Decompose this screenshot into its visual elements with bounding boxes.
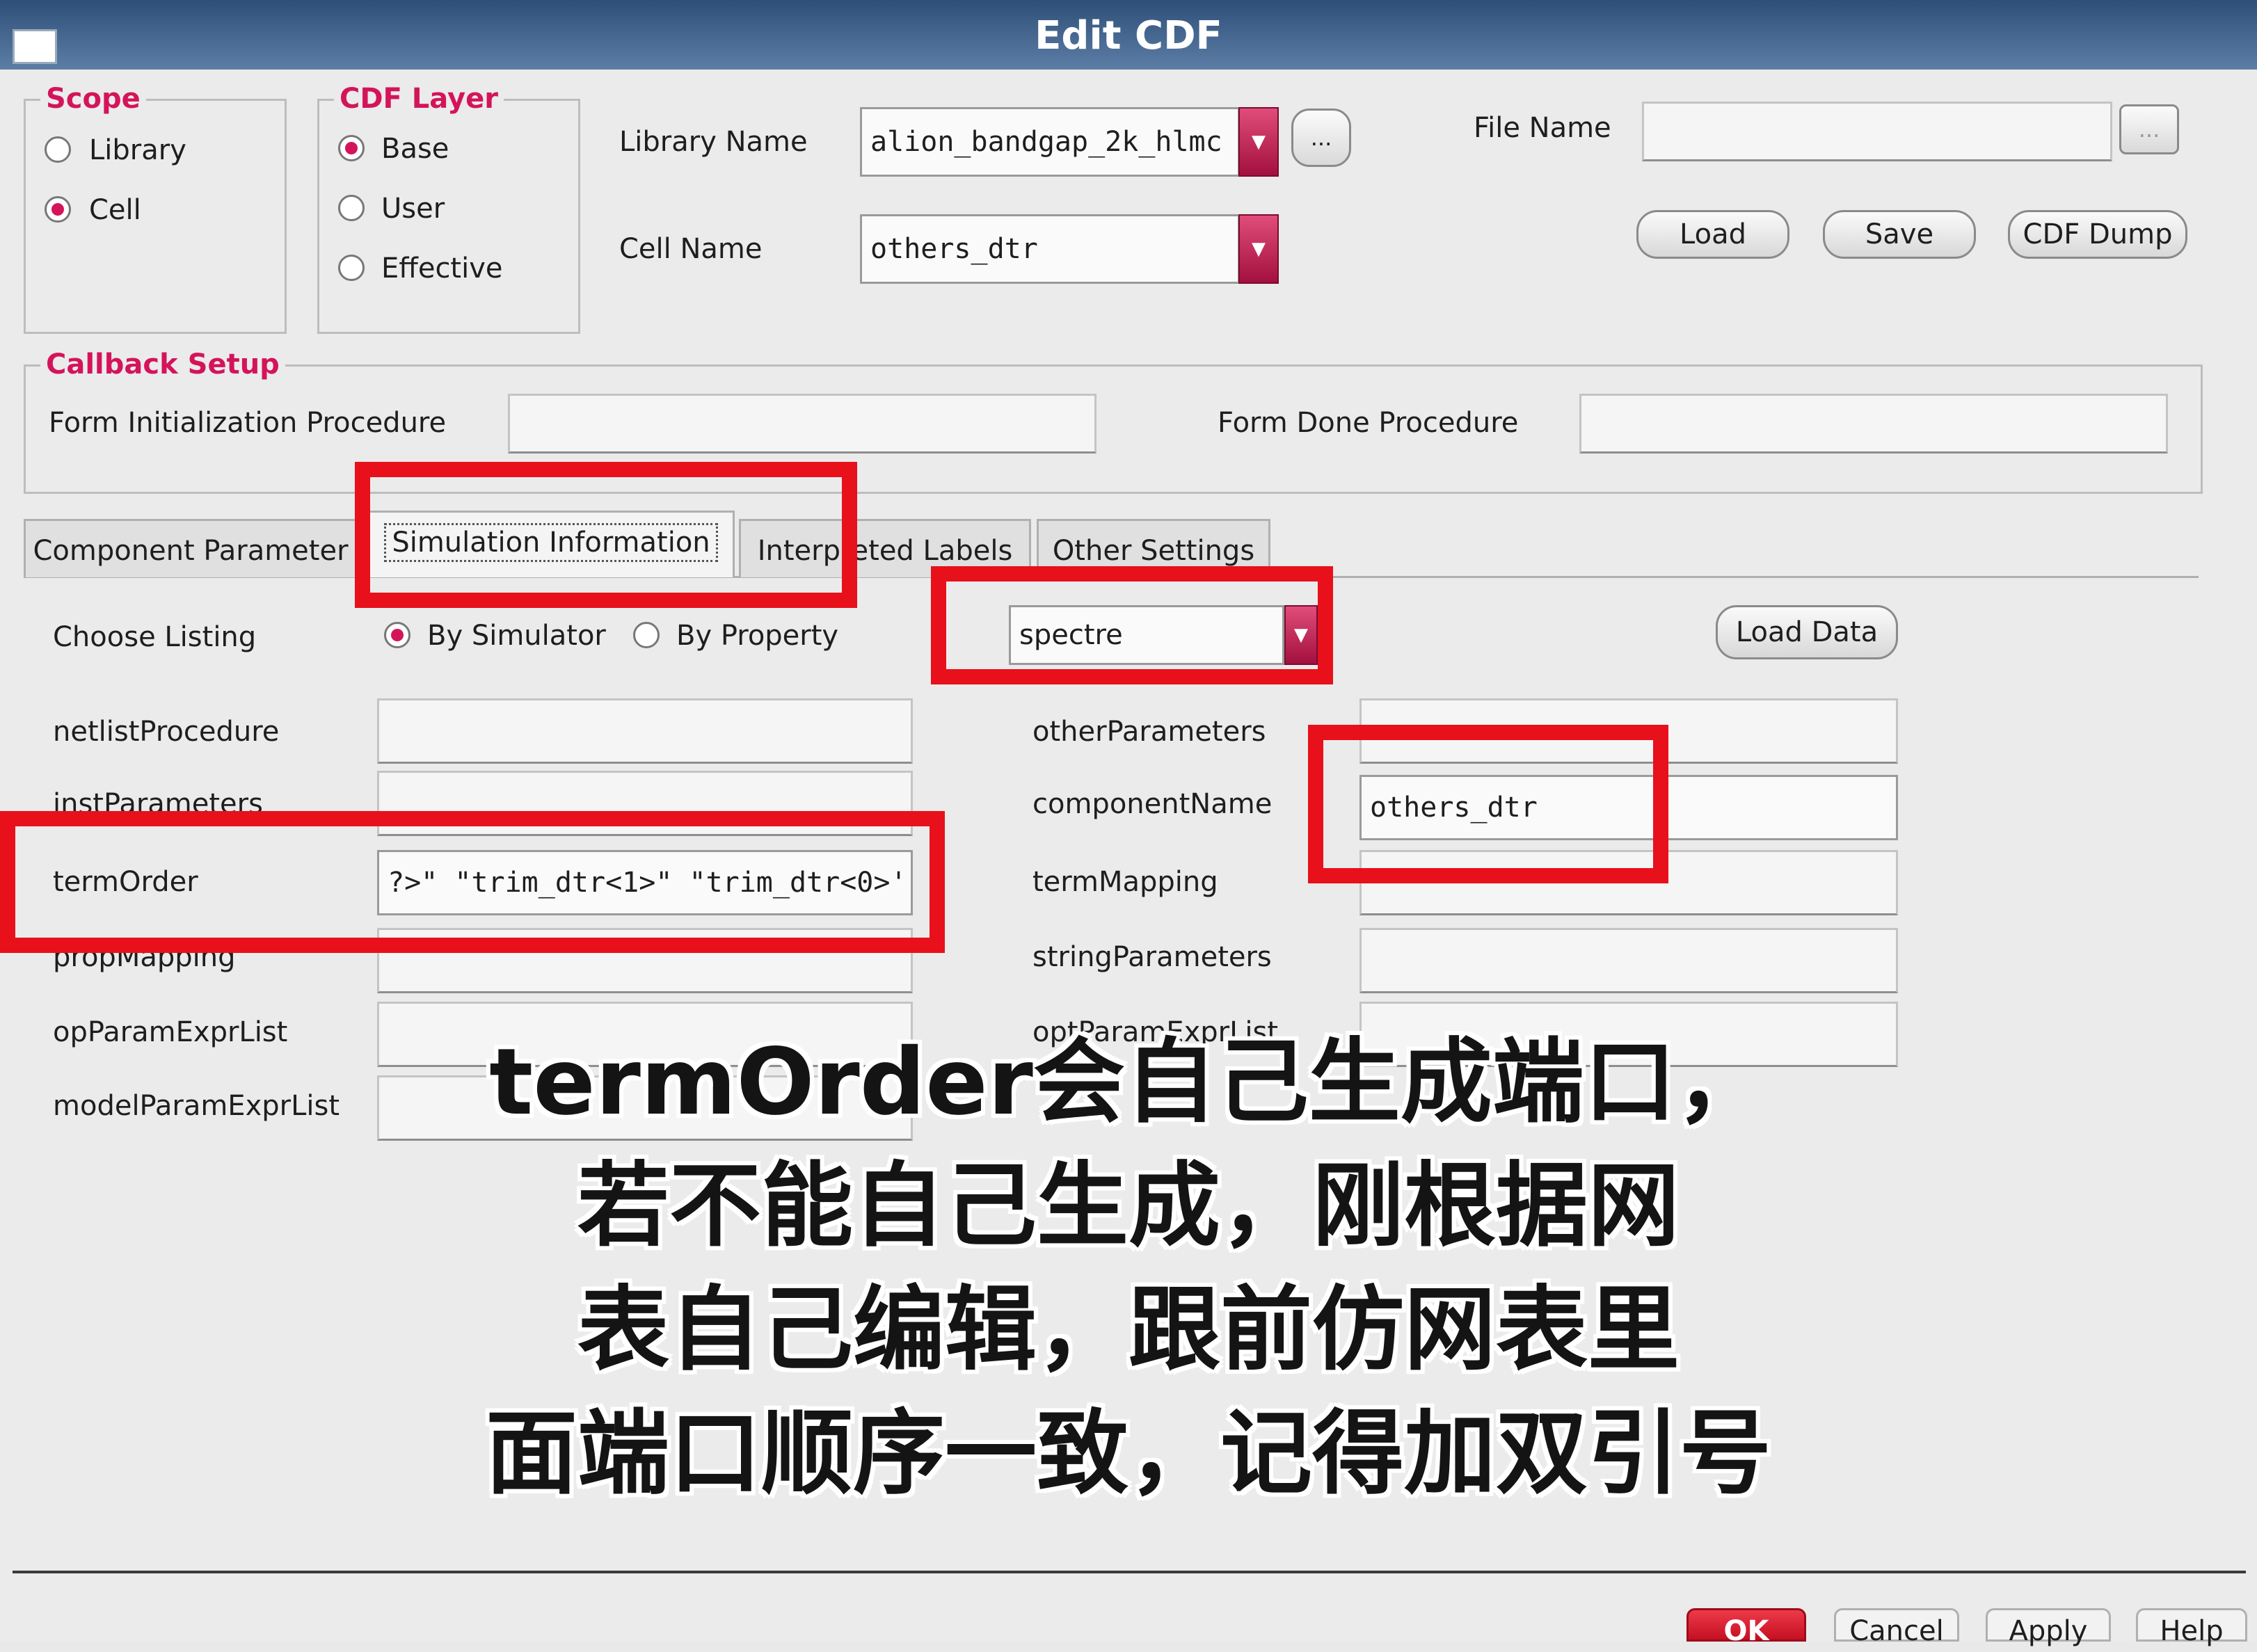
layer-base-radio[interactable]	[338, 135, 365, 161]
apply-button[interactable]: Apply	[1986, 1608, 2111, 1647]
load-data-button[interactable]: Load Data	[1716, 605, 1898, 659]
scope-library-radio[interactable]	[45, 136, 71, 163]
cell-name-field[interactable]: others_dtr	[860, 214, 1240, 284]
layer-user-label: User	[381, 193, 445, 225]
by-property-label: By Property	[676, 620, 839, 652]
title-bar: Edit CDF	[0, 0, 2257, 70]
edit-cdf-window: Edit CDF Scope Library Cell CDF Layer Ba…	[0, 0, 2257, 1647]
file-ellipsis-icon[interactable]: ...	[2119, 104, 2179, 154]
annotation-line-2: 若不能自己生成，刚根据网	[577, 1153, 1680, 1260]
annotation-line-4: 面端口顺序一致，记得加双引号	[486, 1400, 1771, 1507]
layer-base-label: Base	[381, 133, 449, 165]
annotation-line-1: termOrder会自己生成端口，	[489, 1029, 1768, 1136]
cdf-layer-legend: CDF Layer	[334, 82, 504, 115]
form-done-field[interactable]	[1579, 394, 2168, 454]
highlight-term-order	[0, 811, 945, 953]
netlist-procedure-field[interactable]	[377, 698, 913, 764]
ok-button[interactable]: OK	[1686, 1608, 1806, 1647]
layer-effective-label: Effective	[381, 252, 503, 284]
choose-listing-label: Choose Listing	[53, 621, 257, 653]
form-init-label: Form Initialization Procedure	[49, 407, 447, 439]
string-parameters-field[interactable]	[1359, 928, 1898, 993]
form-done-label: Form Done Procedure	[1218, 407, 1519, 439]
callback-legend: Callback Setup	[40, 348, 285, 381]
scope-library-label: Library	[89, 134, 186, 166]
term-mapping-label: termMapping	[1032, 866, 1218, 898]
window-icon[interactable]	[13, 29, 57, 64]
by-property-radio[interactable]	[633, 622, 660, 648]
by-simulator-radio[interactable]	[384, 622, 410, 648]
load-button[interactable]: Load	[1636, 210, 1789, 259]
bottom-divider	[13, 1571, 2246, 1573]
netlist-procedure-label: netlistProcedure	[53, 716, 280, 748]
scope-cell-radio[interactable]	[45, 196, 71, 223]
library-ellipsis-icon[interactable]: ...	[1291, 109, 1351, 167]
window-title: Edit CDF	[1035, 13, 1222, 58]
layer-effective-radio[interactable]	[338, 255, 365, 281]
cancel-button[interactable]: Cancel	[1834, 1608, 1959, 1647]
annotation-line-3: 表自己编辑，跟前仿网表里	[577, 1276, 1680, 1384]
cell-dropdown-arrow-icon[interactable]: ▼	[1238, 214, 1279, 284]
library-name-label: Library Name	[619, 126, 808, 158]
by-simulator-label: By Simulator	[427, 620, 606, 652]
library-name-field[interactable]: alion_bandgap_2k_hlmc	[860, 107, 1240, 177]
library-dropdown-arrow-icon[interactable]: ▼	[1238, 107, 1279, 177]
string-parameters-label: stringParameters	[1032, 941, 1272, 973]
help-button[interactable]: Help	[2136, 1608, 2247, 1647]
scope-legend: Scope	[40, 82, 146, 115]
cell-name-label: Cell Name	[619, 233, 763, 265]
save-button[interactable]: Save	[1823, 210, 1976, 259]
tab-component-parameter[interactable]: Component Parameter	[24, 519, 358, 577]
form-init-field[interactable]	[508, 394, 1096, 454]
highlight-simulator	[931, 566, 1333, 684]
other-parameters-label: otherParameters	[1032, 716, 1266, 748]
scope-cell-label: Cell	[89, 194, 141, 226]
layer-user-radio[interactable]	[338, 195, 365, 221]
highlight-sim-tab	[355, 462, 857, 608]
cdf-dump-button[interactable]: CDF Dump	[2008, 210, 2187, 259]
file-name-field[interactable]	[1642, 102, 2112, 161]
component-name-label: componentName	[1032, 788, 1273, 820]
file-name-label: File Name	[1474, 112, 1611, 144]
highlight-component-name	[1308, 725, 1668, 883]
